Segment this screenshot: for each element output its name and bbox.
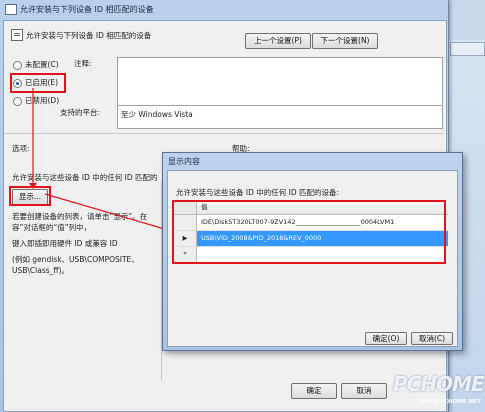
- dialog-ok-button[interactable]: 确定(O): [365, 332, 407, 345]
- dialog-cancel-button[interactable]: 取消(C): [411, 332, 453, 345]
- arrow-head-down: [29, 183, 37, 189]
- watermark-brand: PCHOME: [393, 372, 485, 396]
- watermark-url: WWW.PCHOME.NET: [420, 399, 481, 405]
- dialog-description: 允许安装与这些设备 ID 中的任何 ID 匹配的设备:: [176, 188, 340, 197]
- arrow-line-diagonal: [44, 193, 176, 233]
- dialog-title: 显示内容: [168, 157, 200, 166]
- highlight-box-grid: [172, 200, 446, 264]
